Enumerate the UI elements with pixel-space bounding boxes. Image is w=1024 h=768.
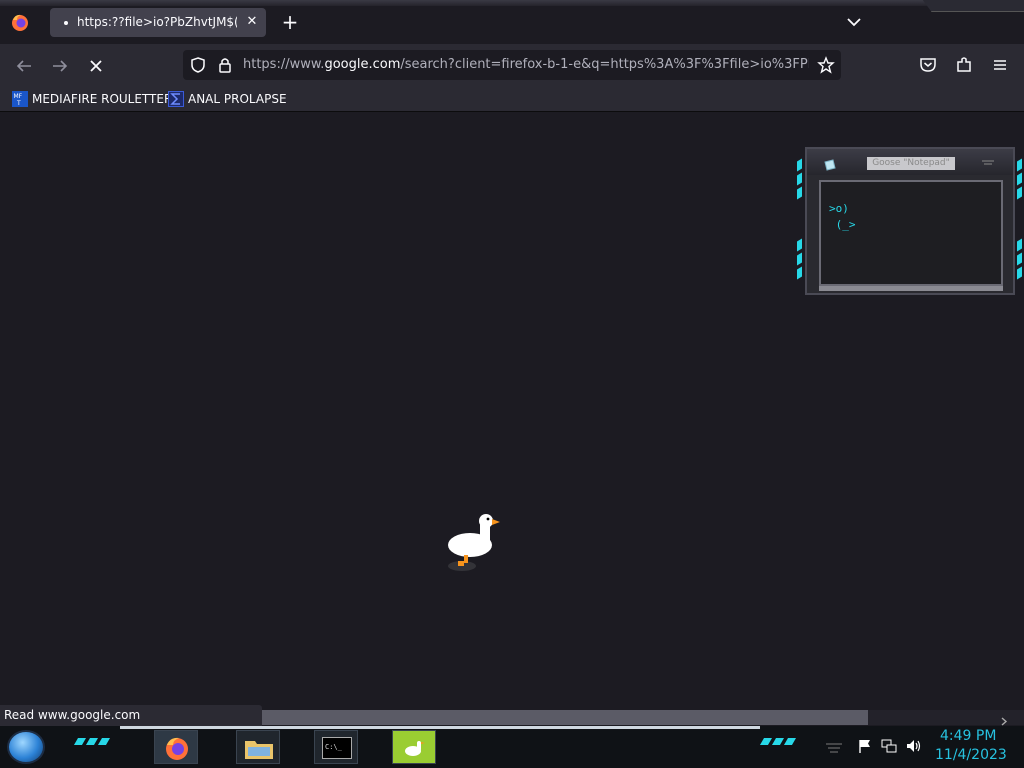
- extensions-icon[interactable]: [954, 55, 974, 75]
- notepad-line: (_>: [829, 218, 856, 231]
- status-panel: Read www.google.com: [0, 705, 262, 726]
- shield-icon[interactable]: [189, 56, 207, 74]
- url-text[interactable]: https://www.google.com/search?client=fir…: [243, 57, 809, 73]
- stop-loading-button[interactable]: [84, 54, 108, 78]
- bookmark-anal-prolapse[interactable]: ANAL PROLAPSE: [168, 90, 287, 108]
- window-top-border: [0, 0, 1024, 6]
- taskbar: C:\_ 4:49 PM 11/4/2023: [0, 726, 1024, 768]
- desktop-goose[interactable]: [440, 510, 504, 574]
- firefox-icon[interactable]: [10, 12, 30, 32]
- notepad-line: >o): [829, 202, 849, 215]
- pocket-icon[interactable]: [918, 55, 938, 75]
- notepad-icon: [823, 156, 837, 171]
- folder-icon: [244, 736, 274, 760]
- address-bar[interactable]: https://www.google.com/search?client=fir…: [183, 50, 841, 80]
- taskbar-file-explorer[interactable]: [236, 730, 280, 764]
- taskbar-desktop-goose[interactable]: [392, 730, 436, 764]
- svg-text:T: T: [16, 100, 21, 107]
- tab-loading-indicator: [64, 21, 68, 25]
- window-frame-decoration: [922, 0, 1024, 12]
- hamburger-menu-icon[interactable]: [990, 55, 1010, 75]
- bookmarks-toolbar: MF T MEDIAFIRE ROULETTER ANAL PROLAPSE: [0, 86, 1024, 112]
- forward-button[interactable]: [48, 54, 72, 78]
- start-button[interactable]: [7, 730, 45, 764]
- tab-google-search[interactable]: https:??file>io?PbZhvtJM$(VZ - ✕: [50, 8, 266, 37]
- scrollbar-thumb[interactable]: [262, 710, 868, 725]
- show-hidden-icons-icon[interactable]: [824, 740, 844, 754]
- url-host: google.com: [324, 57, 401, 72]
- notepad-window-control[interactable]: [981, 152, 995, 165]
- star-icon[interactable]: [817, 56, 835, 74]
- flag-icon[interactable]: [857, 738, 873, 754]
- bookmark-label: ANAL PROLAPSE: [188, 92, 287, 106]
- taskbar-top-glow: [120, 726, 760, 729]
- notepad-title: Goose "Notepad": [867, 157, 955, 170]
- back-button[interactable]: [12, 54, 36, 78]
- sigma-icon: [168, 91, 184, 107]
- mediafire-icon: MF T: [12, 91, 28, 107]
- taskbar-neon-left: [73, 738, 114, 748]
- svg-text:C:\_: C:\_: [325, 743, 343, 751]
- taskbar-neon-right: [759, 738, 800, 748]
- notepad-window[interactable]: Goose "Notepad" >o) (_>: [805, 147, 1015, 295]
- status-text: Read www.google.com: [4, 708, 141, 722]
- tab-title: https:??file>io?PbZhvtJM$(VZ -: [77, 15, 237, 29]
- taskbar-command-prompt[interactable]: C:\_: [314, 730, 358, 764]
- firefox-icon: [164, 735, 190, 761]
- url-prefix: https://www.: [243, 57, 325, 72]
- horizontal-scrollbar[interactable]: [262, 710, 1024, 726]
- network-icon[interactable]: [881, 738, 897, 754]
- lock-icon[interactable]: [217, 56, 233, 74]
- close-tab-icon[interactable]: ✕: [244, 14, 260, 30]
- url-path: /search?client=firefox-b-1-e&q=https%3A%…: [400, 57, 809, 72]
- clock-date[interactable]: 11/4/2023: [935, 747, 1015, 765]
- chevron-down-icon[interactable]: [845, 14, 863, 30]
- svg-text:MF: MF: [14, 93, 23, 100]
- notepad-text-area[interactable]: >o) (_>: [819, 180, 1003, 286]
- notepad-titlebar[interactable]: Goose "Notepad": [807, 149, 1013, 175]
- notepad-bottom-bar: [819, 286, 1003, 291]
- bookmark-mediafire-rouletter[interactable]: MF T MEDIAFIRE ROULETTER: [12, 90, 172, 108]
- tab-strip: https:??file>io?PbZhvtJM$(VZ - ✕ +: [0, 0, 1024, 44]
- navigation-toolbar: https://www.google.com/search?client=fir…: [0, 44, 1024, 86]
- taskbar-firefox[interactable]: [154, 730, 198, 764]
- volume-icon[interactable]: [905, 738, 923, 754]
- terminal-icon: C:\_: [322, 737, 352, 759]
- bookmark-label: MEDIAFIRE ROULETTER: [32, 92, 173, 106]
- clock-time[interactable]: 4:49 PM: [940, 728, 1010, 746]
- scroll-right-arrow-icon[interactable]: [998, 712, 1010, 726]
- goose-icon: [403, 736, 427, 760]
- new-tab-button[interactable]: +: [280, 12, 300, 32]
